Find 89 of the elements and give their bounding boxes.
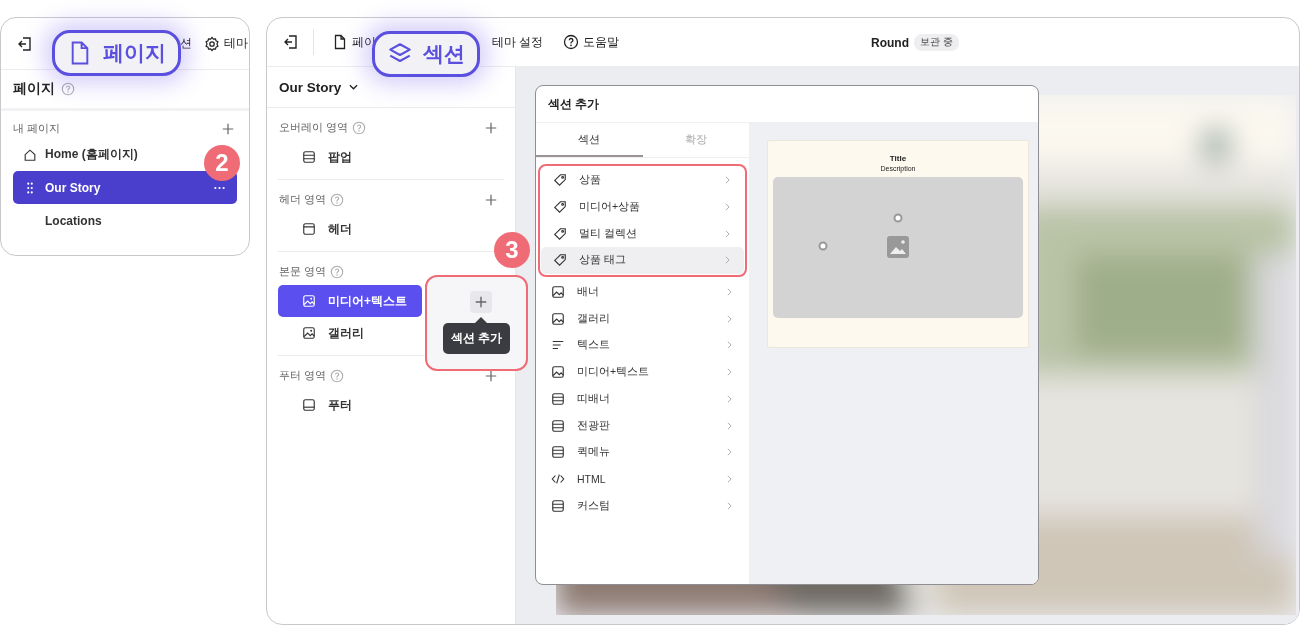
chevron-right-icon bbox=[727, 448, 732, 457]
chevron-right-icon bbox=[727, 288, 732, 297]
section-item[interactable]: 갤러리 bbox=[278, 317, 388, 349]
tag-icon bbox=[553, 253, 567, 268]
home-icon bbox=[23, 147, 37, 162]
document-icon bbox=[332, 34, 348, 50]
panel-title: 페이지 bbox=[13, 80, 55, 98]
chevron-right-icon bbox=[727, 394, 732, 403]
section-type-item[interactable]: 커스텀 bbox=[539, 492, 746, 519]
area-title: 오버레이 영역 bbox=[279, 120, 349, 135]
help-icon[interactable] bbox=[352, 120, 367, 135]
chevron-right-icon bbox=[725, 229, 730, 238]
layout-icon bbox=[551, 498, 565, 513]
callout-label: 페이지 bbox=[52, 30, 181, 76]
section-type-item[interactable]: 상품 bbox=[541, 167, 744, 194]
section-type-item[interactable]: 텍스트 bbox=[539, 332, 746, 359]
add-icon[interactable] bbox=[221, 121, 235, 136]
help-icon[interactable] bbox=[330, 192, 345, 207]
section-type-item[interactable]: 미디어+상품 bbox=[541, 193, 744, 221]
help-icon bbox=[563, 34, 580, 50]
toolbar-item[interactable]: 테마 설정 bbox=[492, 34, 544, 50]
image-icon bbox=[551, 365, 565, 380]
tooltip: 섹션 추가 bbox=[442, 317, 511, 354]
toolbar-item[interactable]: 도움말 bbox=[563, 34, 620, 50]
chevron-right-icon bbox=[725, 176, 730, 185]
page-item[interactable]: Our Story bbox=[13, 171, 237, 204]
chevron-right-icon bbox=[727, 368, 732, 377]
section-type-item[interactable]: 전광판 bbox=[539, 412, 746, 439]
add-icon[interactable] bbox=[484, 368, 498, 383]
section-type-item[interactable]: HTML bbox=[539, 465, 746, 493]
status-badge: 보관 중 bbox=[914, 34, 959, 51]
layout-icon bbox=[551, 391, 565, 406]
tab[interactable]: 섹션 bbox=[536, 123, 643, 157]
page-item[interactable]: Locations bbox=[13, 204, 114, 237]
add-icon[interactable] bbox=[484, 120, 498, 135]
area-title: 본문 영역 bbox=[279, 264, 327, 279]
section-item[interactable]: 팝업 bbox=[278, 141, 376, 173]
section-type-item[interactable]: 띠배너 bbox=[539, 385, 746, 413]
tag-icon bbox=[553, 200, 567, 215]
chevron-right-icon bbox=[725, 203, 730, 212]
layout-icon bbox=[551, 418, 565, 433]
chevron-right-icon bbox=[727, 421, 732, 430]
section-type-item[interactable]: 갤러리 bbox=[539, 305, 746, 333]
layout-icon bbox=[302, 150, 316, 164]
toolbar-item[interactable]: 션 bbox=[180, 36, 192, 51]
section-item[interactable]: 헤더 bbox=[278, 213, 376, 245]
hotspot-icon bbox=[893, 213, 903, 223]
add-icon[interactable] bbox=[484, 192, 498, 207]
chevron-right-icon bbox=[725, 256, 730, 265]
section-item[interactable]: 푸터 bbox=[278, 389, 376, 421]
area-title: 푸터 영역 bbox=[279, 368, 327, 383]
preview-title: Title bbox=[889, 154, 907, 163]
chevron-down-icon bbox=[349, 84, 359, 90]
help-icon[interactable] bbox=[61, 82, 75, 96]
more-icon[interactable] bbox=[214, 185, 225, 190]
section-type-item[interactable]: 멀티 컬렉션 bbox=[541, 220, 744, 248]
callout-label: 섹션 bbox=[372, 31, 480, 77]
image-icon bbox=[551, 285, 565, 300]
tag-icon bbox=[553, 173, 567, 188]
section-type-item[interactable]: 배너 bbox=[539, 278, 746, 306]
site-name: Round bbox=[871, 35, 909, 50]
toolbar-item[interactable]: 테마 bbox=[204, 35, 248, 52]
section-type-item[interactable]: 상품 태그 bbox=[541, 247, 744, 274]
gear-icon bbox=[204, 35, 220, 52]
image-icon bbox=[302, 294, 316, 308]
chevron-right-icon bbox=[727, 501, 732, 510]
chevron-right-icon bbox=[727, 474, 732, 483]
chevron-right-icon bbox=[727, 314, 732, 323]
layout-icon bbox=[302, 398, 316, 412]
image-icon bbox=[302, 326, 316, 340]
image-icon bbox=[551, 311, 565, 326]
layout-icon bbox=[551, 445, 565, 460]
hotspot-icon bbox=[818, 241, 828, 251]
exit-icon[interactable] bbox=[17, 35, 33, 52]
help-icon[interactable] bbox=[330, 264, 345, 279]
tag-icon bbox=[553, 226, 567, 241]
add-icon bbox=[473, 295, 488, 309]
group-label: 내 페이지 bbox=[13, 121, 61, 136]
image-icon bbox=[887, 236, 909, 258]
section-item[interactable]: 미디어+텍스트 bbox=[278, 285, 422, 317]
page-item[interactable]: Home (홈페이지) bbox=[13, 138, 150, 171]
chevron-right-icon bbox=[727, 341, 732, 350]
add-section-button[interactable] bbox=[469, 291, 492, 313]
area-title: 헤더 영역 bbox=[279, 192, 327, 207]
help-icon[interactable] bbox=[330, 368, 345, 383]
exit-icon[interactable] bbox=[283, 34, 299, 50]
section-type-item[interactable]: 미디어+텍스트 bbox=[539, 358, 746, 386]
layout-icon bbox=[302, 222, 316, 236]
section-type-item[interactable]: 퀵메뉴 bbox=[539, 438, 746, 466]
